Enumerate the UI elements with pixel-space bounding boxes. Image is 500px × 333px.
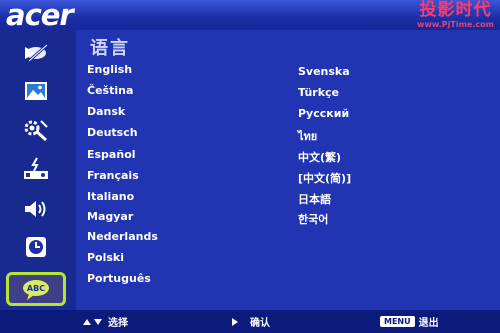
display-icon [25, 43, 48, 63]
language-option[interactable]: Magyar [87, 210, 133, 223]
sidebar-item-language[interactable]: ABC [6, 272, 66, 306]
language-icon-badge: ABC [27, 284, 45, 293]
select-label: 选择 [108, 318, 128, 329]
language-option[interactable]: Polski [87, 251, 124, 264]
language-option[interactable]: 日本語 [298, 191, 331, 207]
language-option[interactable]: 한국어 [298, 211, 328, 227]
settings-icon [24, 120, 48, 142]
watermark: 投影时代 www.PjTime.com [417, 2, 494, 29]
top-bar: acer 投影时代 www.PjTime.com [0, 0, 500, 30]
exit-label: 退出 [418, 318, 439, 329]
language-option[interactable]: Português [87, 272, 151, 285]
sidebar-item-timer[interactable] [10, 232, 62, 262]
watermark-url: www.PjTime.com [417, 20, 494, 29]
language-option[interactable]: English [87, 63, 132, 76]
language-option[interactable]: Čeština [87, 84, 133, 97]
language-panel [76, 30, 500, 310]
exit-hint: MENU 退出 [380, 314, 439, 329]
language-option[interactable]: Deutsch [87, 126, 138, 139]
acer-logo: acer [6, 0, 74, 32]
language-option[interactable]: Français [87, 169, 139, 182]
language-option[interactable]: 中文(繁) [298, 149, 341, 165]
sidebar-item-display[interactable] [10, 38, 62, 68]
sidebar-menu: ABC [0, 30, 76, 310]
up-down-arrows-icon [83, 318, 102, 325]
language-option[interactable]: Русский [298, 107, 349, 120]
language-option[interactable]: ไทย [298, 127, 317, 145]
image-icon [25, 82, 47, 100]
management-icon [24, 157, 48, 179]
language-option[interactable]: Nederlands [87, 230, 158, 243]
menu-key-badge: MENU [380, 316, 415, 327]
language-option[interactable]: Dansk [87, 105, 125, 118]
language-option[interactable]: Español [87, 148, 136, 161]
confirm-label: 确认 [250, 318, 270, 329]
language-option-selected[interactable]: [中文(简)] [298, 170, 351, 186]
sidebar-item-settings[interactable] [10, 115, 62, 145]
confirm-hint: 确认 [230, 314, 270, 329]
language-option[interactable]: Türkçe [298, 86, 339, 99]
language-icon: ABC [23, 280, 49, 300]
right-arrow-icon [232, 317, 238, 326]
select-hint: 选择 [82, 314, 128, 329]
language-option[interactable]: Italiano [87, 190, 134, 203]
audio-icon [25, 201, 46, 217]
sidebar-item-audio[interactable] [10, 194, 62, 224]
watermark-title: 投影时代 [419, 0, 492, 20]
page-title: 语言 [90, 38, 130, 59]
language-option[interactable]: Svenska [298, 65, 350, 78]
sidebar-item-image[interactable] [10, 76, 62, 106]
footer-hints: 选择 确认 MENU 退出 [0, 310, 500, 333]
sidebar-item-management[interactable] [10, 154, 62, 184]
timer-icon [26, 237, 46, 257]
